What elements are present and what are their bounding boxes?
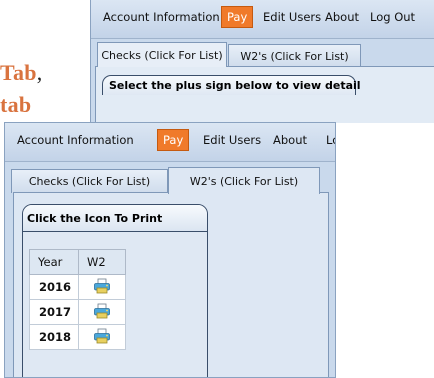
menu-bar: Account Information Pay Edit Users About… (5, 123, 335, 162)
pay-screen-checks-tab: Account Information Pay Edit Users About… (90, 0, 434, 123)
printer-icon[interactable] (93, 328, 111, 347)
background-tab-fragment: tab (0, 92, 32, 117)
print-cell (78, 299, 126, 325)
column-header-w2: W2 (78, 249, 126, 275)
printer-icon[interactable] (93, 278, 111, 297)
w2-table: Year W2 2016 2017 2018 (29, 249, 126, 350)
menu-about[interactable]: About (273, 133, 307, 147)
menu-log-out[interactable]: Log Out (326, 133, 335, 147)
w2-tab-body: Click the Icon To Print Year W2 2016 201… (13, 192, 329, 377)
checks-tab-body: Select the plus sign below to view detai… (95, 66, 434, 123)
printer-icon[interactable] (93, 303, 111, 322)
tab-checks[interactable]: Checks (Click For List) (11, 169, 168, 193)
menu-about[interactable]: About (325, 10, 359, 24)
tab-checks[interactable]: Checks (Click For List) (97, 42, 227, 67)
print-box-title: Click the Icon To Print (23, 205, 207, 232)
table-row: 2018 (29, 324, 126, 350)
table-row: 2016 (29, 274, 126, 300)
background-heading-fragment: Tab, (0, 60, 43, 85)
tab-w2[interactable]: W2's (Click For List) (168, 167, 320, 194)
tab-w2[interactable]: W2's (Click For List) (228, 44, 361, 67)
year-cell: 2018 (29, 324, 79, 350)
print-cell (78, 274, 126, 300)
menu-pay[interactable]: Pay (157, 129, 190, 151)
menu-account-information[interactable]: Account Information (17, 133, 134, 147)
menu-edit-users[interactable]: Edit Users (263, 10, 321, 24)
print-cell (78, 324, 126, 350)
menu-edit-users[interactable]: Edit Users (203, 133, 261, 147)
menu-bar: Account Information Pay Edit Users About… (91, 0, 434, 39)
column-header-year: Year (29, 249, 79, 275)
pay-screen-w2-tab: Account Information Pay Edit Users About… (4, 122, 336, 378)
menu-pay[interactable]: Pay (221, 6, 254, 28)
menu-account-information[interactable]: Account Information (103, 10, 220, 24)
print-groupbox: Click the Icon To Print Year W2 2016 201… (22, 204, 208, 377)
year-cell: 2016 (29, 274, 79, 300)
year-cell: 2017 (29, 299, 79, 325)
groupbox-title: Select the plus sign below to view detai… (102, 75, 361, 95)
menu-log-out[interactable]: Log Out (370, 10, 415, 24)
table-row: 2017 (29, 299, 126, 325)
